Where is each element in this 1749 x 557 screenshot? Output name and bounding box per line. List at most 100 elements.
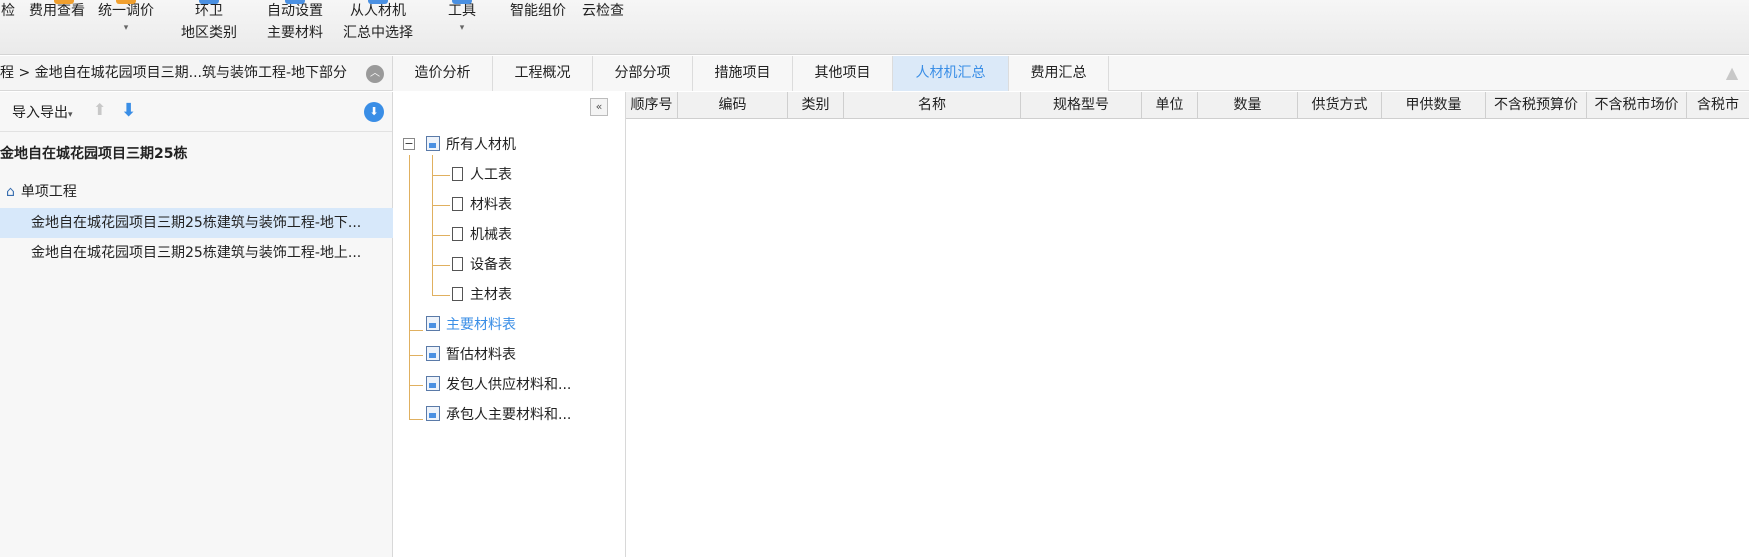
ribbon-smart-pricing-button[interactable]: 智能组价 (506, 0, 570, 55)
tree-line (432, 205, 450, 206)
move-down-icon[interactable]: ⬇ (121, 100, 136, 121)
tree-node-label: 承包人主要材料和... (446, 407, 572, 423)
tree-line (432, 235, 450, 236)
tree-node-all-materials[interactable]: 所有人材机 (426, 135, 516, 155)
collapse-left-icon[interactable]: « (590, 98, 608, 116)
ribbon-auto-main-material-button[interactable]: 自动设置 主要材料 (262, 0, 328, 55)
column-header[interactable]: 顺序号 (626, 92, 678, 119)
tree-node-label: 人工表 (470, 167, 512, 183)
price-adjust-icon (116, 0, 136, 4)
tree-node-main-materials-table[interactable]: 主要材料表 (426, 315, 516, 335)
document-icon (452, 257, 463, 271)
ribbon-toolbar: 检 费用查看 统一调价 ▾ 环卫 地区类别 自动设置 主要材料 从人材机 汇总中… (0, 0, 1749, 55)
tab-measures[interactable]: 措施项目 (693, 56, 793, 91)
tree-node-label: 材料表 (470, 197, 512, 213)
folder-icon (426, 376, 440, 391)
breadcrumb-text[interactable]: 程 > 金地自在城花园项目三期...筑与装饰工程-地下部分 (0, 56, 347, 90)
column-header[interactable]: 甲供数量 (1382, 92, 1486, 119)
column-header[interactable]: 数量 (1198, 92, 1298, 119)
project-item-underground[interactable]: 金地自在城花园项目三期25栋建筑与装饰工程-地下... (0, 208, 393, 238)
tree-line (409, 419, 423, 420)
tab-sub-items[interactable]: 分部分项 (593, 56, 693, 91)
ribbon-sanitation-region-button[interactable]: 环卫 地区类别 (176, 0, 242, 55)
import-export-label: 导入导出 (12, 105, 68, 121)
home-icon: ⌂ (6, 184, 15, 200)
tree-node-machine[interactable]: 机械表 (452, 225, 512, 245)
tree-node-main-material[interactable]: 主材表 (452, 285, 512, 305)
dropdown-arrow-icon[interactable]: ▾ (94, 22, 158, 34)
tree-line (409, 155, 410, 420)
ribbon-label-line2: 地区类别 (181, 25, 237, 41)
tab-fee-summary[interactable]: 费用汇总 (1009, 56, 1109, 91)
move-up-icon[interactable]: ▲ (1725, 63, 1739, 83)
tree-line (409, 355, 423, 356)
document-icon (452, 287, 463, 301)
ribbon-label: 云检查 (582, 3, 624, 19)
tab-other-items[interactable]: 其他项目 (793, 56, 893, 91)
ribbon-cloud-check-button[interactable]: 云检查 (578, 0, 628, 55)
tree-node-label: 主要材料表 (446, 317, 516, 333)
tools-icon (452, 0, 472, 4)
tab-cost-analysis[interactable]: 造价分析 (393, 56, 493, 91)
unit-project-label: 单项工程 (20, 184, 77, 200)
document-icon (452, 167, 463, 181)
column-header[interactable]: 单位 (1142, 92, 1198, 119)
ribbon-select-from-summary-button[interactable]: 从人材机 汇总中选择 (336, 0, 420, 55)
ribbon-label: 检 (1, 3, 15, 19)
collapse-tree-icon[interactable]: − (403, 138, 415, 150)
tree-node-label: 暂估材料表 (446, 347, 516, 363)
column-header[interactable]: 不含税预算价 (1486, 92, 1587, 119)
column-header[interactable]: 名称 (844, 92, 1021, 119)
tree-node-provisional-materials[interactable]: 暂估材料表 (426, 345, 516, 365)
tree-line (432, 295, 450, 296)
tree-node-material[interactable]: 材料表 (452, 195, 512, 215)
select-summary-icon (368, 0, 388, 4)
tree-node-label: 机械表 (470, 227, 512, 243)
column-header[interactable]: 编码 (678, 92, 788, 119)
document-icon (452, 227, 463, 241)
document-icon (452, 197, 463, 211)
folder-icon (426, 406, 440, 421)
ribbon-label-line2: 汇总中选择 (343, 25, 413, 41)
collapse-up-icon[interactable]: ︿ (366, 65, 384, 83)
tab-project-overview[interactable]: 工程概况 (493, 56, 593, 91)
ribbon-check-button[interactable]: 检 (0, 0, 16, 55)
download-icon[interactable]: ⬇ (364, 102, 384, 122)
import-export-button[interactable]: 导入导出▾ (12, 102, 73, 122)
unit-project-row[interactable]: ⌂ 单项工程 (6, 181, 77, 201)
tree-node-label: 设备表 (470, 257, 512, 273)
ribbon-fee-view-button[interactable]: 费用查看 (24, 0, 90, 55)
ribbon-unified-price-button[interactable]: 统一调价 ▾ (94, 0, 158, 55)
tree-line (432, 155, 433, 295)
tree-node-equipment[interactable]: 设备表 (452, 255, 512, 275)
tree-node-labor[interactable]: 人工表 (452, 165, 512, 185)
auto-set-icon (285, 0, 305, 4)
column-header[interactable]: 规格型号 (1021, 92, 1142, 119)
move-up-icon[interactable]: ⬆ (93, 100, 106, 119)
tree-line (409, 330, 423, 331)
ribbon-tools-button[interactable]: 工具 ▾ (444, 0, 480, 55)
tab-labor-material-summary[interactable]: 人材机汇总 (893, 56, 1009, 91)
tree-line (432, 265, 450, 266)
column-header[interactable]: 不含税市场价 (1587, 92, 1687, 119)
folder-icon (426, 136, 440, 151)
tree-node-label: 主材表 (470, 287, 512, 303)
folder-icon (426, 316, 440, 331)
region-icon (199, 0, 219, 4)
tree-node-contractor-main[interactable]: 承包人主要材料和... (426, 405, 571, 425)
grid-body[interactable] (626, 120, 1749, 557)
column-header[interactable]: 类别 (788, 92, 844, 119)
tree-node-label: 发包人供应材料和... (446, 377, 572, 393)
project-item-aboveground[interactable]: 金地自在城花园项目三期25栋建筑与装饰工程-地上... (0, 238, 393, 268)
tree-node-employer-supplied[interactable]: 发包人供应材料和... (426, 375, 571, 395)
dropdown-arrow-icon[interactable]: ▾ (444, 22, 480, 34)
project-title[interactable]: 金地自在城花园项目三期25栋 (0, 143, 187, 163)
fee-view-icon (54, 0, 74, 4)
column-header[interactable]: 含税市 (1687, 92, 1749, 119)
breadcrumb: 程 > 金地自在城花园项目三期...筑与装饰工程-地下部分 ︿ (0, 56, 393, 91)
ribbon-label: 智能组价 (510, 3, 566, 19)
column-header[interactable]: 供货方式 (1298, 92, 1382, 119)
project-panel: 导入导出▾ ⬆ ⬇ ⬇ 金地自在城花园项目三期25栋 ⌂ 单项工程 金地自在城花园… (0, 92, 393, 557)
project-toolbar: 导入导出▾ ⬆ ⬇ ⬇ (0, 92, 392, 132)
folder-icon (426, 346, 440, 361)
